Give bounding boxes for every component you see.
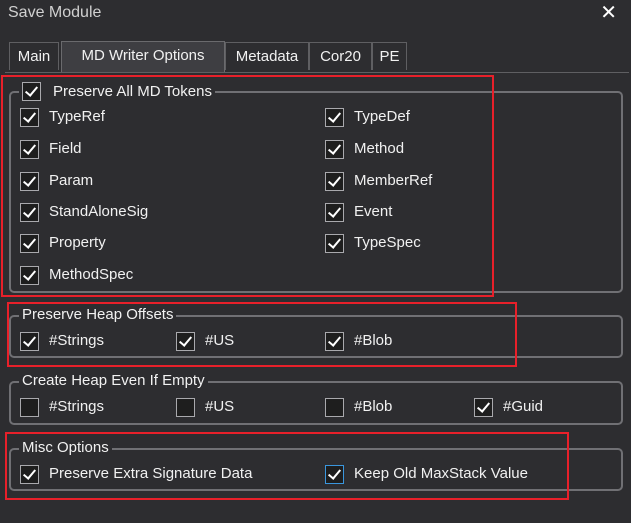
checkbox-heap-offsets-strings[interactable]: #Strings — [20, 331, 104, 351]
checkbox-label: Event — [354, 203, 393, 220]
checkbox-standalonesig[interactable]: StandAloneSig — [20, 202, 148, 222]
checkbox-label: TypeSpec — [354, 234, 421, 251]
checkbox-label: Keep Old MaxStack Value — [354, 465, 528, 482]
checkbox-label: #Guid — [503, 398, 544, 415]
checkbox-heap-offsets-blob[interactable]: #Blob — [325, 331, 392, 351]
window-title: Save Module — [8, 4, 102, 21]
checkbox-icon — [20, 107, 39, 127]
checkbox-event[interactable]: Event — [325, 202, 392, 222]
checkbox-label: Param — [49, 172, 94, 189]
checkbox-icon — [20, 202, 39, 222]
checkbox-label: Preserve Extra Signature Data — [49, 465, 253, 482]
checkbox-heap-empty-guid[interactable]: #Guid — [474, 397, 543, 417]
checkbox-icon — [20, 171, 39, 191]
checkbox-icon — [325, 397, 344, 417]
checkbox-heap-empty-blob[interactable]: #Blob — [325, 397, 392, 417]
checkbox-label: #Strings — [49, 398, 105, 415]
checkbox-field[interactable]: Field — [20, 139, 82, 159]
checkbox-label: #US — [205, 398, 235, 415]
checkbox-icon — [20, 139, 39, 159]
checkbox-icon — [325, 107, 344, 127]
checkbox-icon — [20, 464, 39, 484]
checkbox-icon — [474, 397, 493, 417]
group-label: Preserve Heap Offsets — [19, 306, 177, 324]
checkbox-label: TypeRef — [49, 108, 105, 125]
checkbox-icon — [325, 202, 344, 222]
checkbox-label: MemberRef — [354, 172, 433, 189]
checkbox-preserve-extra-signature-data[interactable]: Preserve Extra Signature Data — [20, 464, 252, 484]
checkbox-icon — [325, 139, 344, 159]
checkbox-heap-empty-strings[interactable]: #Strings — [20, 397, 104, 417]
checkbox-icon — [325, 331, 344, 351]
preserve-all-md-tokens-checkbox[interactable]: Preserve All MD Tokens — [19, 82, 215, 101]
checkbox-icon — [20, 265, 39, 285]
checkbox-typeref[interactable]: TypeRef — [20, 107, 105, 127]
group-label: Create Heap Even If Empty — [19, 372, 208, 390]
checkbox-icon — [176, 331, 195, 351]
checkbox-icon — [20, 233, 39, 253]
group-label: Misc Options — [19, 439, 112, 457]
checkbox-label: TypeDef — [354, 108, 410, 125]
checkbox-icon — [325, 233, 344, 253]
checkbox-heap-offsets-us[interactable]: #US — [176, 331, 234, 351]
checkbox-icon — [22, 82, 41, 101]
checkbox-label: Property — [49, 234, 106, 251]
checkbox-param[interactable]: Param — [20, 171, 93, 191]
checkbox-icon — [325, 464, 344, 484]
checkbox-icon — [20, 397, 39, 417]
checkbox-label: MethodSpec — [49, 266, 134, 283]
checkbox-methodspec[interactable]: MethodSpec — [20, 265, 133, 285]
checkbox-icon — [20, 331, 39, 351]
checkbox-property[interactable]: Property — [20, 233, 106, 253]
checkbox-icon — [325, 171, 344, 191]
checkbox-typedef[interactable]: TypeDef — [325, 107, 410, 127]
title-bar: Save Module ✕ — [0, 0, 631, 28]
checkbox-label: Field — [49, 140, 82, 157]
checkbox-label: #Blob — [354, 332, 393, 349]
checkbox-method[interactable]: Method — [325, 139, 404, 159]
tab-md-writer-options[interactable]: MD Writer Options — [61, 41, 225, 72]
checkbox-label: #Strings — [49, 332, 105, 349]
tab-main[interactable]: Main — [9, 42, 59, 70]
checkbox-label: Method — [354, 140, 405, 157]
group-label: Preserve All MD Tokens — [53, 82, 212, 100]
checkbox-memberref[interactable]: MemberRef — [325, 171, 432, 191]
tab-metadata[interactable]: Metadata — [225, 42, 309, 70]
checkbox-keep-old-maxstack[interactable]: Keep Old MaxStack Value — [325, 464, 528, 484]
checkbox-typespec[interactable]: TypeSpec — [325, 233, 421, 253]
tab-cor20[interactable]: Cor20 — [309, 42, 372, 70]
checkbox-heap-empty-us[interactable]: #US — [176, 397, 234, 417]
checkbox-label: StandAloneSig — [49, 203, 149, 220]
tab-pe[interactable]: PE — [372, 42, 407, 70]
checkbox-label: #US — [205, 332, 235, 349]
close-icon[interactable]: ✕ — [600, 0, 617, 25]
checkbox-label: #Blob — [354, 398, 393, 415]
checkbox-icon — [176, 397, 195, 417]
